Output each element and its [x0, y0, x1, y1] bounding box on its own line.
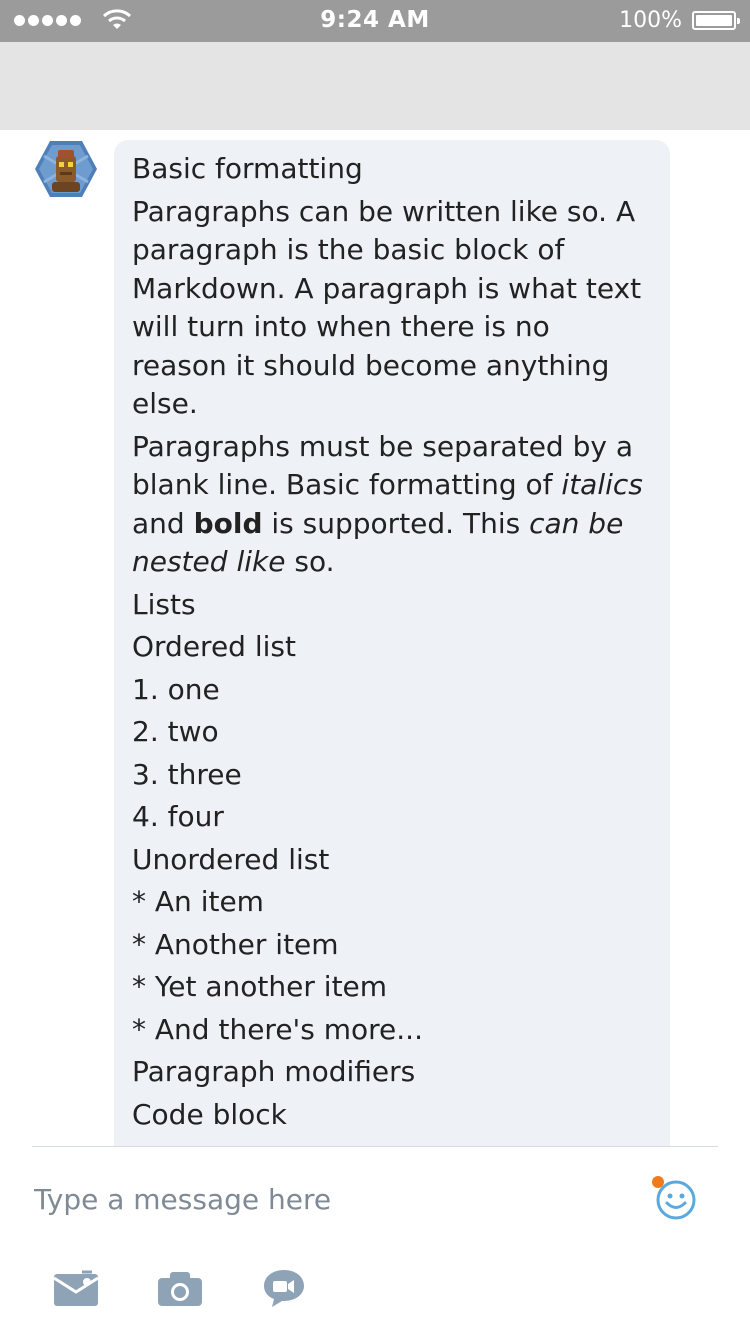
ordered-list-item: 3. three [132, 757, 242, 791]
battery-icon [692, 11, 740, 30]
status-bar: 9:24 AM 100% [0, 0, 750, 42]
avatar[interactable] [34, 140, 98, 198]
emoji-icon[interactable] [650, 1174, 698, 1222]
camera-icon[interactable] [156, 1268, 204, 1308]
unordered-list-heading: Unordered list [132, 842, 330, 876]
ordered-list-item: 4. four [132, 800, 224, 833]
ordered-list-heading: Ordered list [132, 630, 296, 663]
code-block-heading: Code block [132, 1097, 287, 1131]
unordered-list-item: * Another item [132, 927, 339, 961]
ordered-list-item: 2. two [132, 715, 219, 748]
composer-divider [32, 1146, 718, 1147]
text-run: and [132, 506, 194, 540]
ordered-list-item: 1. one [132, 672, 220, 706]
message-paragraph-formatting: Paragraphs must be separated by a blank … [132, 428, 652, 582]
bold-text: bold [193, 506, 263, 540]
unordered-list-item: * Yet another item [132, 970, 388, 1003]
video-message-icon[interactable] [262, 1268, 306, 1308]
message-paragraph: Paragraphs can be written like so. A par… [132, 194, 642, 421]
text-run: Paragraphs must be separated by a blank … [132, 429, 633, 502]
lists-heading: Lists [132, 587, 196, 621]
nav-bar [0, 42, 750, 130]
image-icon[interactable] [52, 1268, 100, 1308]
message-input[interactable] [32, 1176, 596, 1222]
battery-percentage: 100% [619, 8, 682, 33]
italic-text: italics [561, 468, 643, 501]
unordered-list-item: * An item [132, 885, 264, 918]
paragraph-modifiers-heading: Paragraph modifiers [132, 1055, 416, 1088]
text-run: so. [285, 545, 335, 578]
unordered-list-item: * And there's more... [132, 1012, 423, 1046]
text-run: is supported. This [262, 506, 530, 540]
message-bubble[interactable]: Basic formatting Paragraphs can be writt… [114, 140, 670, 1146]
message-title: Basic formatting [132, 152, 363, 185]
